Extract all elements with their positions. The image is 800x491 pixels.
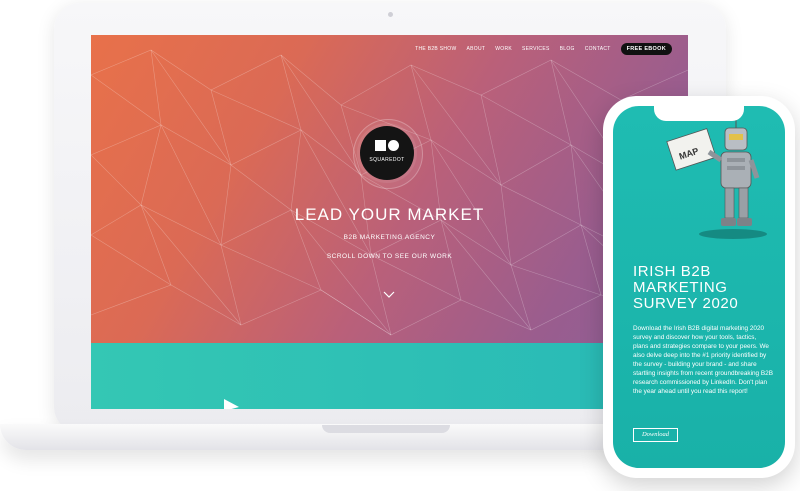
free-ebook-button[interactable]: FREE EBOOK [620, 43, 672, 55]
survey-title: IRISH B2B MARKETING SURVEY 2020 [633, 264, 783, 312]
survey-title-line: MARKETING [633, 279, 728, 296]
nav-item-services[interactable]: SERVICES [522, 46, 550, 52]
phone-notch [654, 106, 744, 121]
survey-description: Download the Irish B2B digital marketing… [633, 325, 773, 395]
hero-section: THE B2B SHOW ABOUT WORK SERVICES BLOG CO… [91, 35, 688, 343]
logo-square-icon [375, 140, 386, 151]
nav-item-blog[interactable]: BLOG [560, 46, 575, 52]
play-triangle-icon [224, 399, 239, 409]
laptop-screen: THE B2B SHOW ABOUT WORK SERVICES BLOG CO… [91, 35, 688, 409]
survey-title-line: SURVEY 2020 [633, 295, 739, 312]
nav-item-contact[interactable]: CONTACT [585, 46, 611, 52]
nav-item-b2b-show[interactable]: THE B2B SHOW [415, 46, 456, 52]
hero-headline: LEAD YOUR MARKET [294, 205, 485, 224]
nav-item-work[interactable]: WORK [495, 46, 512, 52]
chevron-down-icon[interactable] [382, 290, 396, 300]
scroll-hint: SCROLL DOWN TO SEE OUR WORK [326, 253, 453, 260]
nav-item-about[interactable]: ABOUT [467, 46, 486, 52]
hero-subheading: B2B MARKETING AGENCY [343, 234, 436, 241]
download-button[interactable]: Download [633, 428, 678, 442]
top-nav: THE B2B SHOW ABOUT WORK SERVICES BLOG CO… [415, 43, 672, 55]
logo-dot-icon [388, 140, 399, 151]
teal-section [91, 343, 688, 409]
robot-illustration: MAP [666, 114, 767, 239]
logo-text: SQUAREDOT [369, 157, 405, 163]
camera-icon [388, 12, 393, 17]
phone-screen: MAP IRISH B2B MARKETING SURVEY 2020 Down… [613, 106, 785, 468]
laptop-notch [322, 425, 450, 433]
logo[interactable]: SQUAREDOT [360, 126, 414, 180]
survey-title-line: IRISH B2B [633, 263, 711, 280]
